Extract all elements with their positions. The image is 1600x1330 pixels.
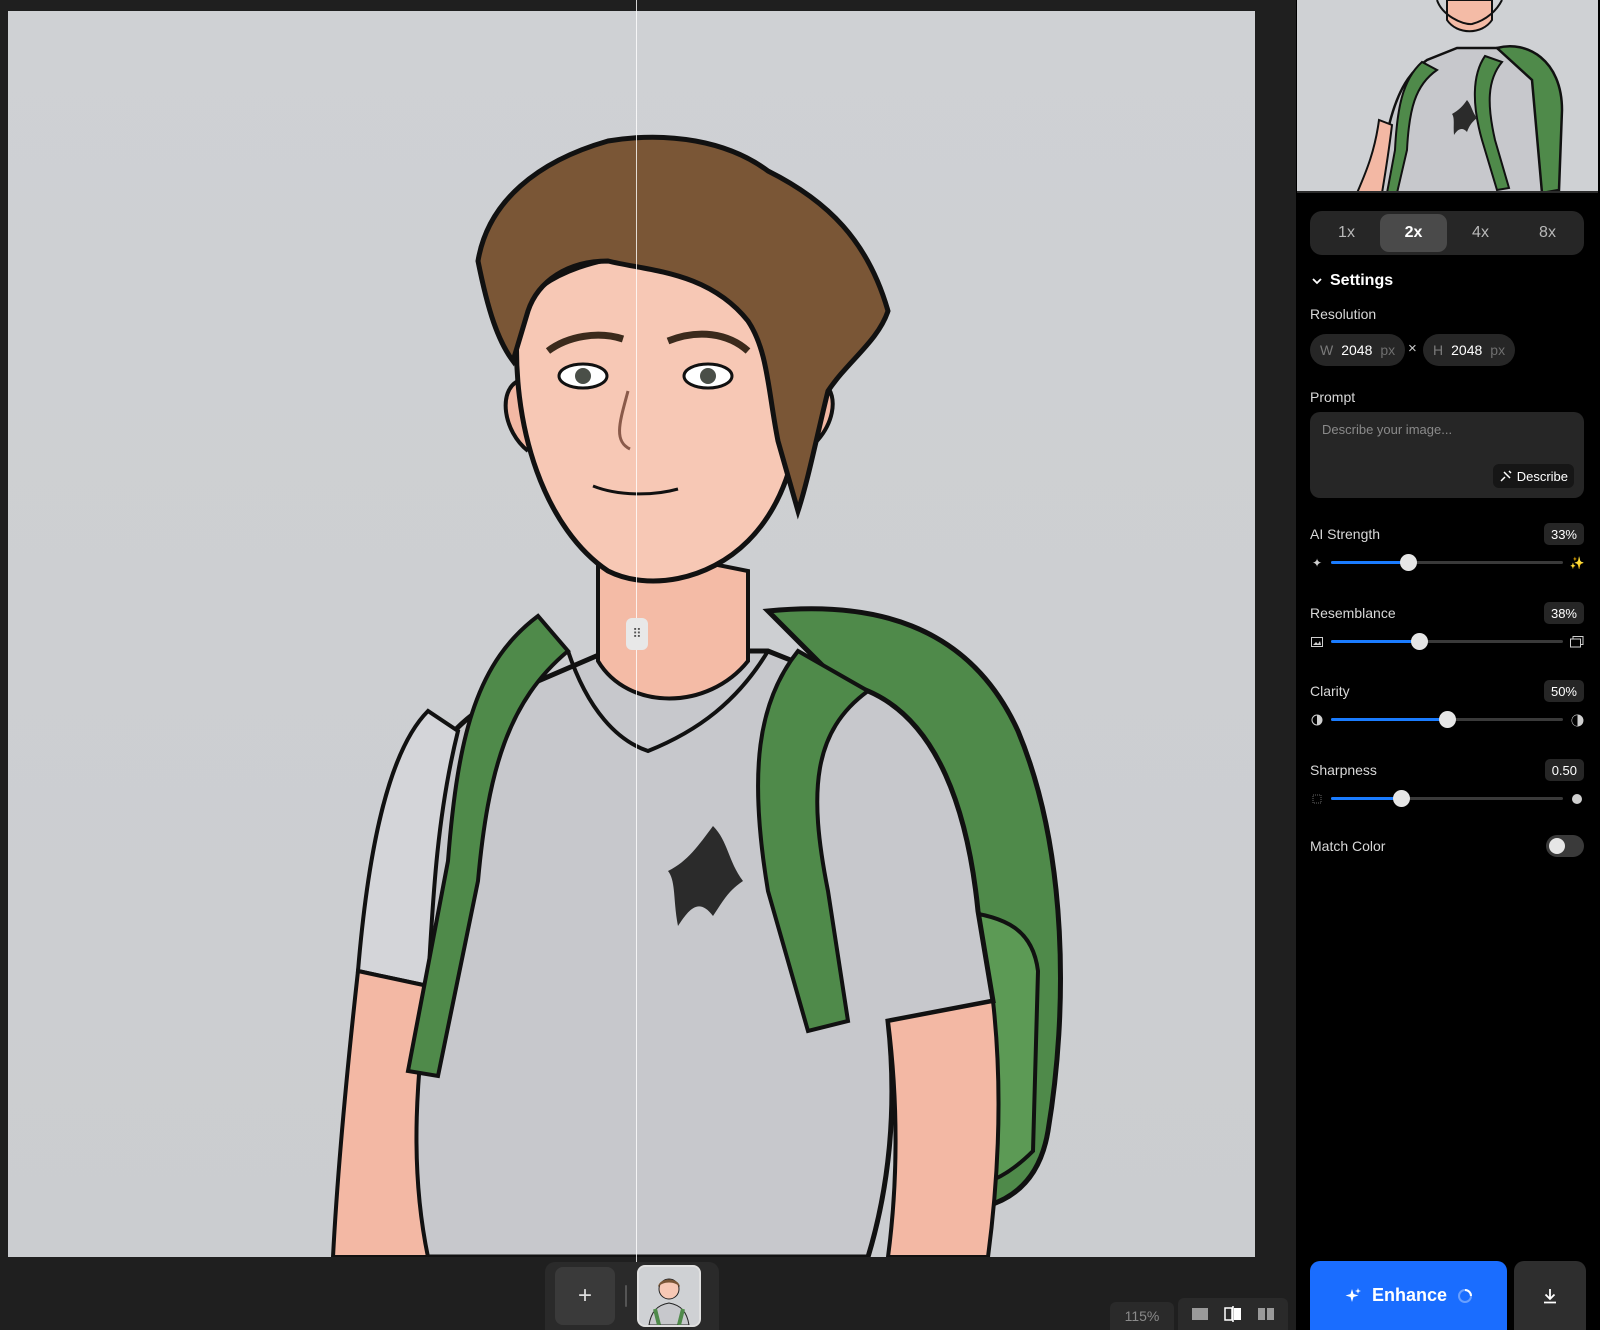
match-color-label: Match Color: [1310, 838, 1386, 854]
describe-icon: [1500, 470, 1512, 482]
app-root: ⠿ + 115% 1x 2x 4x 8x Settings Resolution…: [0, 0, 1600, 1330]
contrast-large-icon: [1570, 713, 1584, 727]
chevron-down-icon: [1312, 278, 1322, 285]
height-prefix: H: [1433, 342, 1444, 358]
bottom-toolbar: +: [545, 1262, 719, 1330]
compare-drag-handle[interactable]: ⠿: [626, 618, 648, 650]
toolbar-divider: [625, 1285, 627, 1307]
upscale-factor-group: 1x 2x 4x 8x: [1310, 211, 1584, 255]
enhance-button[interactable]: Enhance: [1310, 1261, 1507, 1330]
sharpness-thumb[interactable]: [1392, 790, 1410, 807]
height-value: 2048: [1451, 342, 1483, 358]
resemblance-value[interactable]: 38%: [1543, 602, 1584, 624]
download-icon: [1544, 1288, 1556, 1303]
preview-thumbnail[interactable]: [1297, 0, 1598, 193]
width-unit: px: [1380, 342, 1396, 358]
ai-strength-thumb[interactable]: [1399, 554, 1417, 571]
resemblance-label: Resemblance: [1310, 605, 1396, 621]
blur-small-icon: [1310, 792, 1324, 806]
sharpness-value[interactable]: 0.50: [1544, 759, 1584, 781]
split-view-icon[interactable]: [1221, 1305, 1245, 1323]
width-field[interactable]: W 2048 px: [1310, 334, 1406, 366]
ai-strength-slider[interactable]: [1331, 554, 1563, 571]
thumbnail-illustration: [639, 1267, 699, 1325]
view-mode-switcher: [1178, 1298, 1288, 1330]
clarity-slider[interactable]: [1331, 711, 1563, 728]
settings-title: Settings: [1330, 272, 1394, 289]
sharpness-label: Sharpness: [1310, 762, 1377, 778]
zoom-level[interactable]: 115%: [1110, 1302, 1174, 1330]
image-small-icon: [1310, 635, 1324, 649]
ai-strength-slider-block: AI Strength 33% ✦ ✨: [1310, 523, 1585, 588]
sparkle-icon: [1345, 1287, 1361, 1302]
scale-1x-button[interactable]: 1x: [1313, 214, 1380, 252]
height-unit: px: [1490, 342, 1506, 358]
download-button[interactable]: [1514, 1261, 1586, 1330]
single-view-icon[interactable]: [1188, 1305, 1212, 1323]
describe-button[interactable]: Describe: [1492, 464, 1574, 488]
resolution-label: Resolution: [1310, 306, 1377, 322]
canvas-area: ⠿ + 115%: [0, 0, 1296, 1330]
resemblance-fill: [1331, 640, 1420, 643]
clarity-value[interactable]: 50%: [1543, 680, 1584, 702]
ai-strength-label: AI Strength: [1310, 526, 1381, 542]
loading-spinner-icon: [1458, 1288, 1473, 1303]
image-thumbnail[interactable]: [637, 1265, 701, 1327]
enhance-label: Enhance: [1371, 1285, 1448, 1305]
add-image-button[interactable]: +: [555, 1267, 615, 1325]
prompt-input[interactable]: [1322, 422, 1572, 462]
sharpness-slider[interactable]: [1331, 790, 1563, 807]
width-value: 2048: [1341, 342, 1373, 358]
clarity-slider-block: Clarity 50%: [1310, 680, 1584, 745]
resemblance-slider[interactable]: [1331, 633, 1563, 650]
sharpness-fill: [1331, 797, 1401, 800]
prompt-box: Describe: [1310, 412, 1584, 498]
height-field[interactable]: H 2048 px: [1423, 334, 1516, 366]
clarity-fill: [1331, 718, 1447, 721]
sparkles-large-icon: ✨: [1569, 556, 1585, 570]
settings-section-toggle[interactable]: Settings: [1310, 272, 1393, 290]
resolution-separator: ×: [1408, 340, 1417, 357]
resemblance-thumb[interactable]: [1411, 633, 1429, 650]
resemblance-slider-block: Resemblance 38%: [1310, 602, 1584, 667]
sharpness-slider-block: Sharpness 0.50: [1310, 759, 1584, 824]
settings-panel: 1x 2x 4x 8x Settings Resolution W 2048 p…: [1296, 0, 1600, 1330]
scale-2x-button[interactable]: 2x: [1380, 214, 1447, 252]
prompt-label: Prompt: [1310, 389, 1356, 405]
match-color-toggle[interactable]: [1546, 835, 1584, 857]
sharp-dot-icon: [1570, 792, 1584, 806]
images-stack-icon: [1570, 635, 1584, 649]
clarity-thumb[interactable]: [1439, 711, 1456, 728]
contrast-small-icon: [1310, 713, 1324, 727]
scale-4x-button[interactable]: 4x: [1447, 214, 1514, 252]
clarity-label: Clarity: [1310, 683, 1350, 699]
sparkle-small-icon: ✦: [1311, 556, 1323, 570]
width-prefix: W: [1320, 342, 1334, 358]
ai-strength-value[interactable]: 33%: [1543, 523, 1584, 545]
describe-label: Describe: [1516, 468, 1568, 484]
side-by-side-view-icon[interactable]: [1254, 1305, 1278, 1323]
scale-8x-button[interactable]: 8x: [1514, 214, 1581, 252]
ai-strength-fill: [1331, 561, 1408, 564]
preview-illustration: [1297, 0, 1598, 191]
plus-icon: +: [577, 1282, 592, 1309]
match-color-knob: [1549, 838, 1565, 854]
